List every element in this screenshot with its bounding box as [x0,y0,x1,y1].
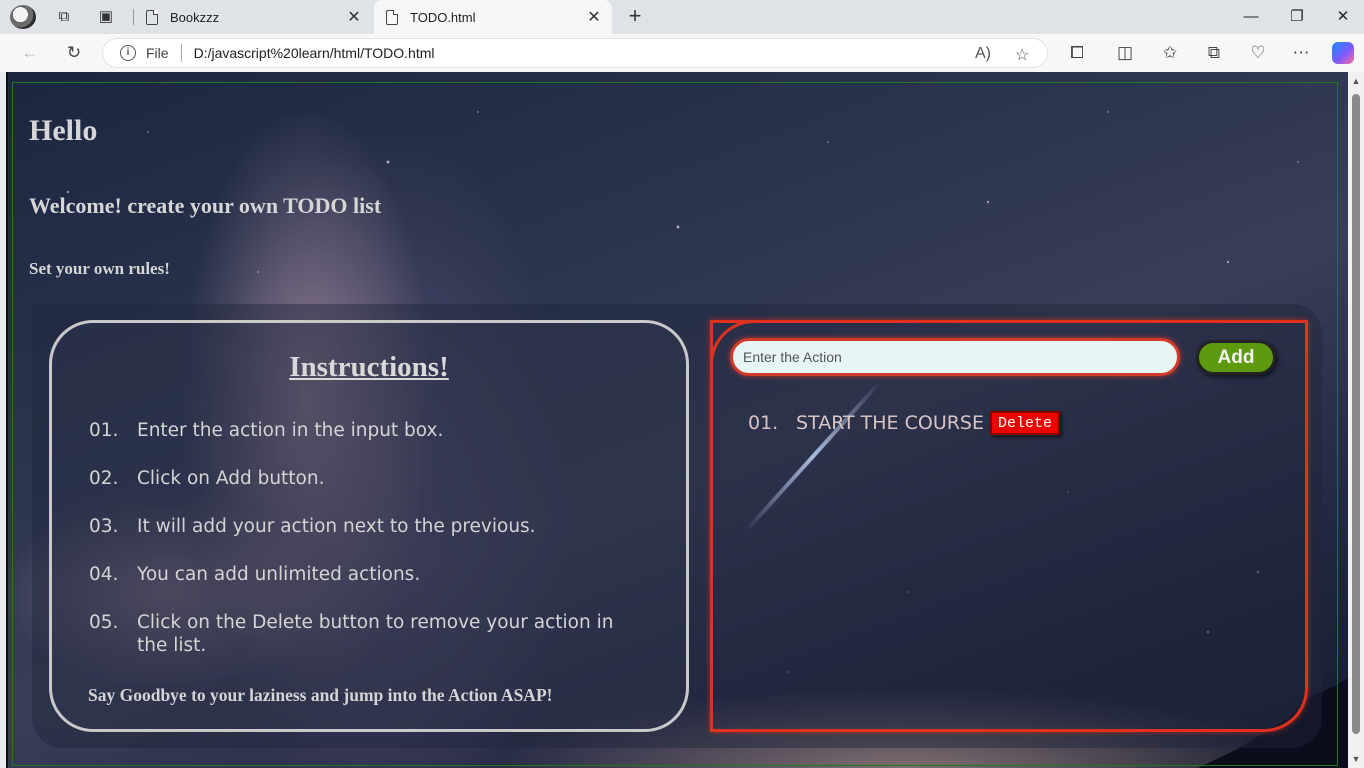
minimize-icon[interactable]: — [1240,6,1262,28]
page-viewport: Hello Welcome! create your own TODO list… [6,72,1348,768]
welcome-heading: Welcome! create your own TODO list [29,193,382,218]
scroll-thumb[interactable] [1352,94,1360,734]
item-text: Click on the Delete button to remove you… [137,612,614,656]
list-item: 01. Enter the action in the input box. [89,419,649,442]
tab-title: Bookzzz [170,9,220,25]
address-bar[interactable]: i File D:/javascript%20learn/html/TODO.h… [102,38,1048,68]
instructions-panel: Instructions! 01. Enter the action in the… [49,320,689,732]
item-text: Click on Add button. [137,468,325,489]
instructions-list: 01. Enter the action in the input box. 02… [89,419,649,682]
item-text: Enter the action in the input box. [137,420,444,441]
item-number: 05. [89,612,119,633]
close-icon[interactable]: ✕ [586,7,602,27]
browser-essentials-icon[interactable]: ♡ [1247,42,1269,64]
item-number: 01. [89,420,119,441]
todo-text: START THE COURSE [796,412,984,434]
page-icon [386,9,398,25]
item-number: 03. [89,516,119,537]
tab-bookzzz[interactable]: Bookzzz ✕ [134,0,372,34]
profile-avatar[interactable] [10,5,36,29]
list-item: 03. It will add your action next to the p… [89,515,649,538]
read-aloud-icon[interactable]: A) [975,45,991,63]
item-number: 04. [89,564,119,585]
workspaces-icon[interactable]: ⧉ [55,8,73,26]
scroll-down-icon[interactable]: ▼ [1351,754,1361,764]
tab-strip: ⧉ ▣ Bookzzz ✕ TODO.html ✕ + — ❐ ✕ [0,0,1364,34]
refresh-icon[interactable]: ↻ [63,42,85,64]
instructions-title: Instructions! [289,351,449,383]
todo-item: 01. START THE COURSE Delete [748,411,1061,435]
tab-title: TODO.html [410,9,476,25]
action-input[interactable] [730,338,1180,376]
delete-button[interactable]: Delete [990,411,1061,435]
instructions-footer: Say Goodbye to your laziness and jump in… [88,685,553,705]
item-text: It will add your action next to the prev… [137,516,536,537]
scroll-up-icon[interactable]: ▲ [1351,76,1361,86]
back-icon[interactable]: ← [19,42,41,64]
list-item: 04. You can add unlimited actions. [89,563,649,586]
tab-actions-icon[interactable]: ▣ [97,8,115,26]
address-scheme: File [146,45,169,61]
favorites-icon[interactable]: ✩ [1159,42,1181,64]
item-number: 02. [89,468,119,489]
new-tab-icon[interactable]: + [624,5,646,27]
page-icon [146,9,158,25]
restore-icon[interactable]: ❐ [1286,6,1308,28]
more-options-icon[interactable]: ⋯ [1290,42,1312,64]
split-screen-icon[interactable]: ◫ [1114,42,1136,64]
collections-icon[interactable]: ⧉ [1203,42,1225,64]
close-window-icon[interactable]: ✕ [1332,6,1354,28]
extensions-icon[interactable]: ⧠ [1066,42,1088,64]
list-item: 05. Click on the Delete button to remove … [89,611,649,657]
browser-toolbar: ← ↻ i File D:/javascript%20learn/html/TO… [0,34,1364,72]
hello-heading: Hello [29,114,98,147]
todo-list: 01. START THE COURSE Delete [748,411,1061,435]
address-url[interactable]: D:/javascript%20learn/html/TODO.html [194,45,435,61]
close-icon[interactable]: ✕ [346,7,362,27]
info-icon[interactable]: i [120,45,136,61]
tab-todo[interactable]: TODO.html ✕ [374,0,612,34]
add-button[interactable]: Add [1196,340,1276,375]
item-text: You can add unlimited actions. [137,564,421,585]
page-scrollbar[interactable]: ▲ ▼ [1348,72,1364,768]
todo-number: 01. [748,412,779,434]
favorite-star-icon[interactable]: ☆ [1015,45,1029,65]
list-item: 02. Click on Add button. [89,467,649,490]
rules-subheading: Set your own rules! [29,259,170,278]
todo-panel: Add 01. START THE COURSE Delete [710,320,1308,732]
address-separator [180,44,182,62]
copilot-icon[interactable] [1332,42,1354,64]
